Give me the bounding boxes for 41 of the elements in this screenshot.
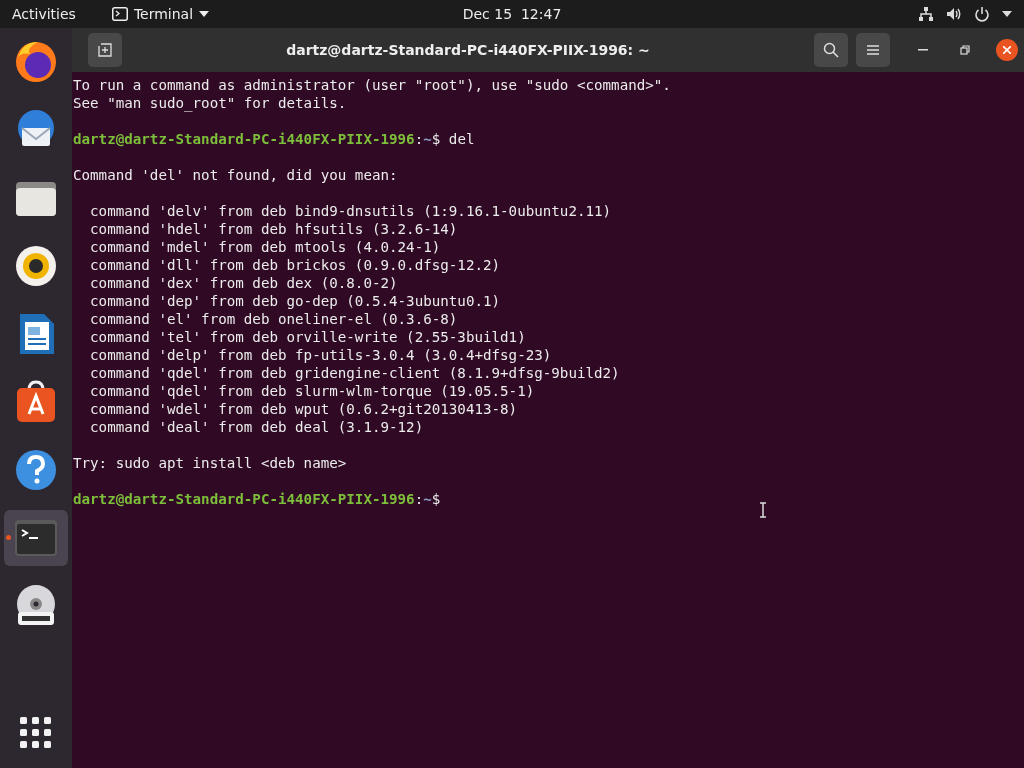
restore-icon xyxy=(960,45,970,55)
terminal-area[interactable] xyxy=(72,72,1024,768)
output-line: Command 'del' not found, did you mean: xyxy=(73,166,398,184)
output-line: command 'el' from deb oneliner-el (0.3.6-8) xyxy=(89,310,458,328)
new-tab-button[interactable] xyxy=(88,33,122,67)
close-button[interactable] xyxy=(996,39,1018,61)
text-cursor-icon xyxy=(759,502,767,518)
output-line: command 'dep' from deb go-dep (0.5.4-3ubuntu0.1) xyxy=(89,292,501,310)
output-line: Try: sudo apt install <deb name> xyxy=(73,454,347,472)
close-icon xyxy=(1003,46,1011,54)
output-line: See "man sudo_root" for details. xyxy=(73,94,347,112)
search-icon xyxy=(823,42,839,58)
clock[interactable]: Dec 15 12:47 xyxy=(462,6,562,22)
prompt-line: dartz@dartz-Standard-PC-i440FX-PIIX-1996:~$ xyxy=(73,490,441,508)
output-line: command 'dex' from deb dex (0.8.0-2) xyxy=(89,274,398,292)
minimize-icon xyxy=(918,49,928,51)
menu-icon xyxy=(866,44,880,56)
network-icon[interactable] xyxy=(918,6,934,22)
output-line: command 'mdel' from deb mtools (4.0.24-1) xyxy=(89,238,441,256)
search-button[interactable] xyxy=(814,33,848,67)
power-icon[interactable] xyxy=(974,6,990,22)
terminal-icon xyxy=(111,7,128,21)
output-line: command 'tel' from deb orville-write (2.55-3build1) xyxy=(89,328,526,346)
app-menu[interactable]: Terminal xyxy=(111,6,210,22)
output-line: command 'delp' from deb fp-utils-3.0.4 (3.0.4+dfsg-23) xyxy=(89,346,552,364)
menu-button[interactable] xyxy=(856,33,890,67)
activities-button[interactable]: Activities xyxy=(12,6,76,22)
output-line: command 'hdel' from deb hfsutils (3.2.6-14) xyxy=(89,220,458,238)
output-line: command 'dll' from deb brickos (0.9.0.dfsg-12.2) xyxy=(89,256,501,274)
output-line: command 'qdel' from deb gridengine-client (8.1.9+dfsg-9build2) xyxy=(89,364,620,382)
output-line: command 'qdel' from deb slurm-wlm-torque (19.05.5-1) xyxy=(89,382,535,400)
output-line: command 'deal' from deb deal (3.1.9-12) xyxy=(89,418,424,436)
volume-icon[interactable] xyxy=(946,6,962,22)
new-tab-icon xyxy=(97,42,113,58)
output-line: command 'wdel' from deb wput (0.6.2+git20130413-8) xyxy=(89,400,518,418)
prompt-line: dartz@dartz-Standard-PC-i440FX-PIIX-1996:~$ del xyxy=(73,130,475,148)
output-line: command 'delv' from deb bind9-dnsutils (1:9.16.1-0ubuntu2.11) xyxy=(89,202,612,220)
window-title: dartz@dartz-Standard-PC-i440FX-PIIX-1996: ~ xyxy=(285,42,651,58)
output-line: To run a command as administrator (user "root"), use "sudo <command>". xyxy=(73,76,671,94)
caret-icon xyxy=(199,11,210,17)
caret-icon[interactable] xyxy=(1002,11,1012,17)
